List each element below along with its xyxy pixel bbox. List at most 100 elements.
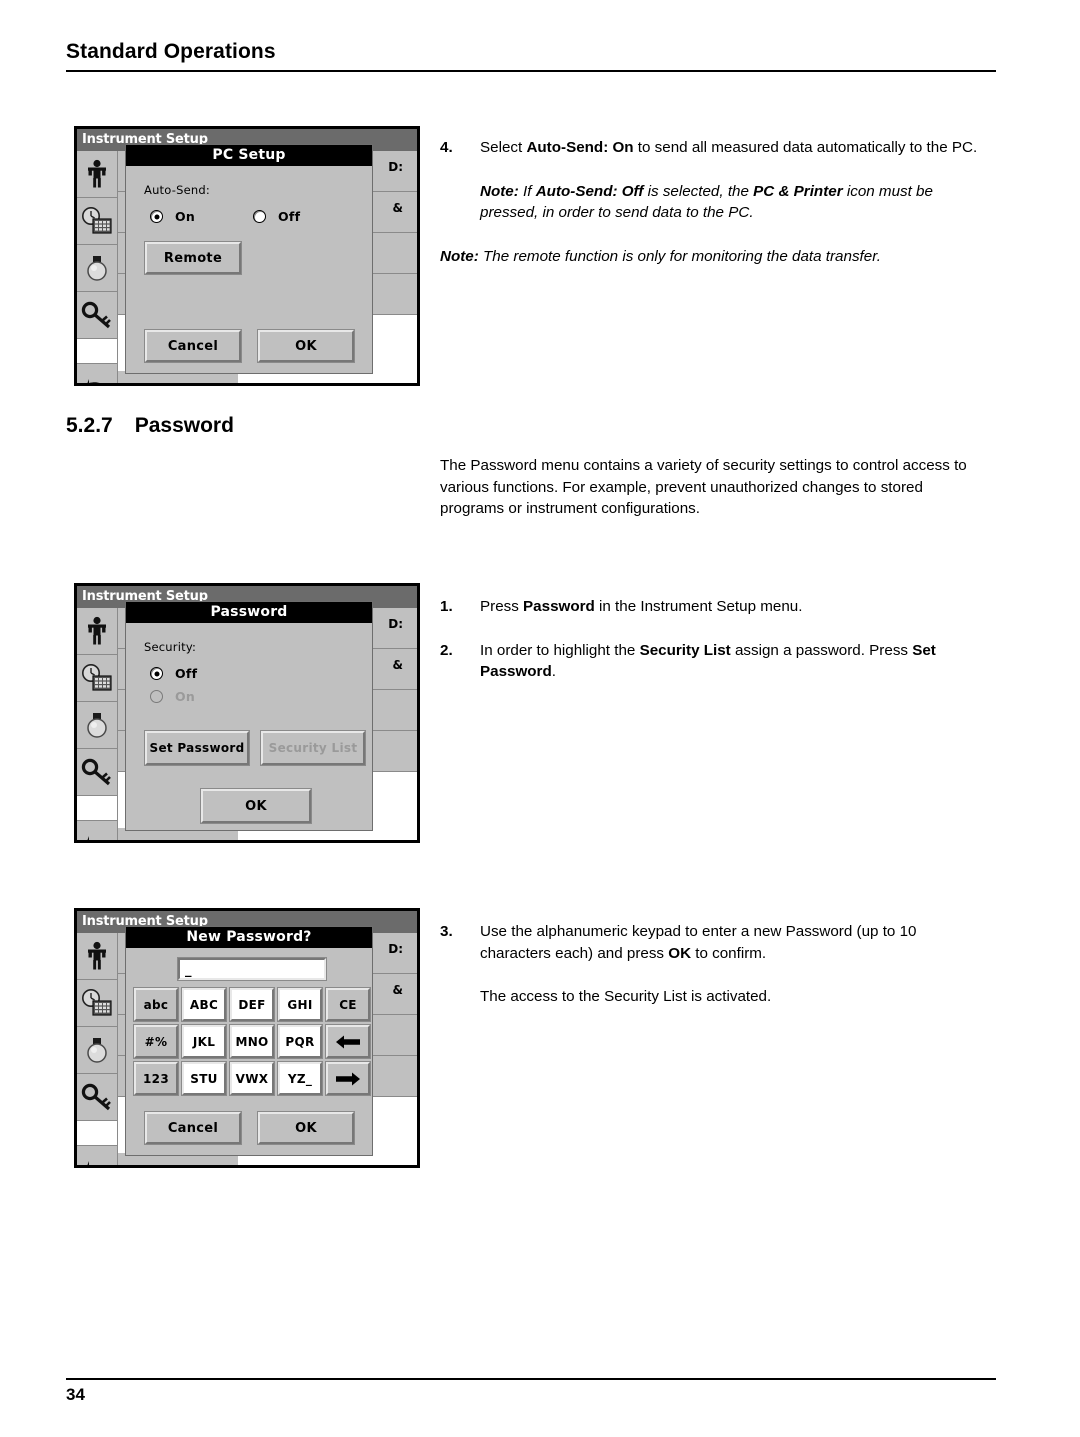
menu-row-fragment: &	[392, 658, 403, 672]
radio-off-indicator	[150, 667, 163, 680]
operator-icon[interactable]	[77, 151, 117, 198]
rail-blank-cell	[77, 1121, 117, 1146]
remote-button[interactable]: Remote	[145, 242, 241, 274]
ok-button[interactable]: OK	[258, 330, 354, 362]
radio-security-off[interactable]: Off	[150, 666, 197, 681]
step-2-text-c: .	[551, 663, 556, 681]
step-3: 3. Use the alphanumeric keypad to enter …	[440, 921, 988, 964]
note-2-lead: Note:	[440, 247, 479, 265]
right-arrow-icon[interactable]	[326, 1062, 370, 1095]
clock-keypad-icon[interactable]	[77, 198, 117, 245]
dialog-title: New Password?	[126, 927, 372, 948]
step-4-text-b: to send all measured data automatically …	[633, 139, 978, 156]
radio-off-indicator	[253, 210, 266, 223]
radio-on-label: On	[175, 209, 196, 224]
note-1-text-b: is selected, the	[643, 182, 754, 200]
section-intro-text: The Password menu contains a variety of …	[440, 457, 967, 518]
key-MNO[interactable]: MNO	[230, 1025, 274, 1058]
radio-off-label: Off	[175, 666, 198, 681]
lamp-icon[interactable]	[77, 245, 117, 292]
step-3-followup: The access to the Security List is activ…	[480, 988, 772, 1006]
radio-on-label: On	[175, 689, 196, 704]
dialog-title: Password	[126, 602, 372, 623]
radio-off-label: Off	[278, 209, 301, 224]
key-clear-entry[interactable]: CE	[326, 988, 370, 1021]
header-rule	[66, 70, 996, 73]
security-label: Security:	[144, 640, 197, 654]
step-2-bold-1: Security List	[639, 641, 731, 659]
operator-icon[interactable]	[77, 608, 117, 655]
step-3-text-b: to confirm.	[691, 944, 767, 962]
back-arrow-icon[interactable]	[77, 364, 117, 383]
menu-row-fragment: D:	[388, 617, 403, 631]
ok-button[interactable]: OK	[201, 789, 311, 823]
screenshot-pc-setup: Instrument Setup D: & PC Setup Auto-Send…	[74, 126, 420, 386]
key-abc[interactable]: abc	[134, 988, 178, 1021]
icon-rail	[77, 151, 118, 383]
key-DEF[interactable]: DEF	[230, 988, 274, 1021]
cancel-button[interactable]: Cancel	[145, 330, 241, 362]
lamp-icon[interactable]	[77, 702, 117, 749]
steps-1-2-text-block: 1. Press Password in the Instrument Setu…	[440, 596, 988, 683]
key-icon[interactable]	[77, 749, 117, 796]
radio-on-indicator	[150, 210, 163, 223]
icon-rail	[77, 933, 118, 1165]
clock-keypad-icon[interactable]	[77, 980, 117, 1027]
key-VWX[interactable]: VWX	[230, 1062, 274, 1095]
radio-auto-send-on[interactable]: On	[150, 209, 195, 224]
key-123[interactable]: 123	[134, 1062, 178, 1095]
operator-icon[interactable]	[77, 933, 117, 980]
page-number: 34	[66, 1385, 85, 1404]
key-ABC[interactable]: ABC	[182, 988, 226, 1021]
step-2-number: 2.	[440, 641, 453, 659]
cancel-button[interactable]: Cancel	[145, 1112, 241, 1144]
password-input[interactable]: _	[178, 958, 326, 980]
page-title: Standard Operations	[66, 40, 276, 63]
pc-setup-dialog: PC Setup Auto-Send: On Off Remote Cancel…	[125, 144, 373, 374]
key-YZ-underscore[interactable]: YZ_	[278, 1062, 322, 1095]
step-1-bold: Password	[523, 598, 595, 615]
new-password-dialog: New Password? _ abc ABC DEF GHI CE #% JK…	[125, 926, 373, 1156]
note-2: Note: The remote function is only for mo…	[440, 246, 988, 268]
section-title: Password	[134, 414, 234, 437]
lamp-icon[interactable]	[77, 1027, 117, 1074]
dialog-title: PC Setup	[126, 145, 372, 166]
key-icon[interactable]	[77, 292, 117, 339]
note-1-bold-2: PC & Printer	[753, 182, 843, 200]
menu-row-fragment: &	[392, 201, 403, 215]
note-1: Note: If Auto-Send: Off is selected, the…	[440, 181, 988, 224]
radio-auto-send-off[interactable]: Off	[253, 209, 300, 224]
radio-security-on[interactable]: On	[150, 689, 195, 704]
back-arrow-icon[interactable]	[77, 1146, 117, 1165]
rail-blank-cell	[77, 339, 117, 364]
page-header: Standard Operations	[66, 40, 996, 73]
set-password-button[interactable]: Set Password	[145, 731, 249, 765]
key-STU[interactable]: STU	[182, 1062, 226, 1095]
icon-rail	[77, 608, 118, 840]
key-PQR[interactable]: PQR	[278, 1025, 322, 1058]
back-arrow-icon[interactable]	[77, 821, 117, 840]
note-1-text-a: If	[518, 182, 536, 200]
ok-button[interactable]: OK	[258, 1112, 354, 1144]
step-2-text-a: In order to highlight the	[480, 641, 640, 659]
key-symbols[interactable]: #%	[134, 1025, 178, 1058]
security-list-button[interactable]: Security List	[261, 731, 365, 765]
step-3-bold: OK	[668, 944, 692, 962]
key-JKL[interactable]: JKL	[182, 1025, 226, 1058]
note-2-text: The remote function is only for monitori…	[478, 247, 881, 265]
step-1-text-b: in the Instrument Setup menu.	[594, 598, 803, 615]
clock-keypad-icon[interactable]	[77, 655, 117, 702]
screenshot-password: Instrument Setup D: & Password Security:…	[74, 583, 420, 843]
rail-blank-cell	[77, 796, 117, 821]
section-heading: 5.2.7 Password	[66, 414, 234, 438]
password-dialog: Password Security: Off On Set Password S…	[125, 601, 373, 831]
left-arrow-icon[interactable]	[326, 1025, 370, 1058]
auto-send-label: Auto-Send:	[144, 183, 210, 197]
note-1-bold-1: Auto-Send: Off	[535, 182, 644, 200]
note-1-lead: Note:	[480, 182, 519, 200]
step-2-text-b: assign a password. Press	[730, 641, 913, 659]
step-3-text-block: 3. Use the alphanumeric keypad to enter …	[440, 921, 988, 1008]
key-GHI[interactable]: GHI	[278, 988, 322, 1021]
key-icon[interactable]	[77, 1074, 117, 1121]
menu-row-fragment: D:	[388, 160, 403, 174]
